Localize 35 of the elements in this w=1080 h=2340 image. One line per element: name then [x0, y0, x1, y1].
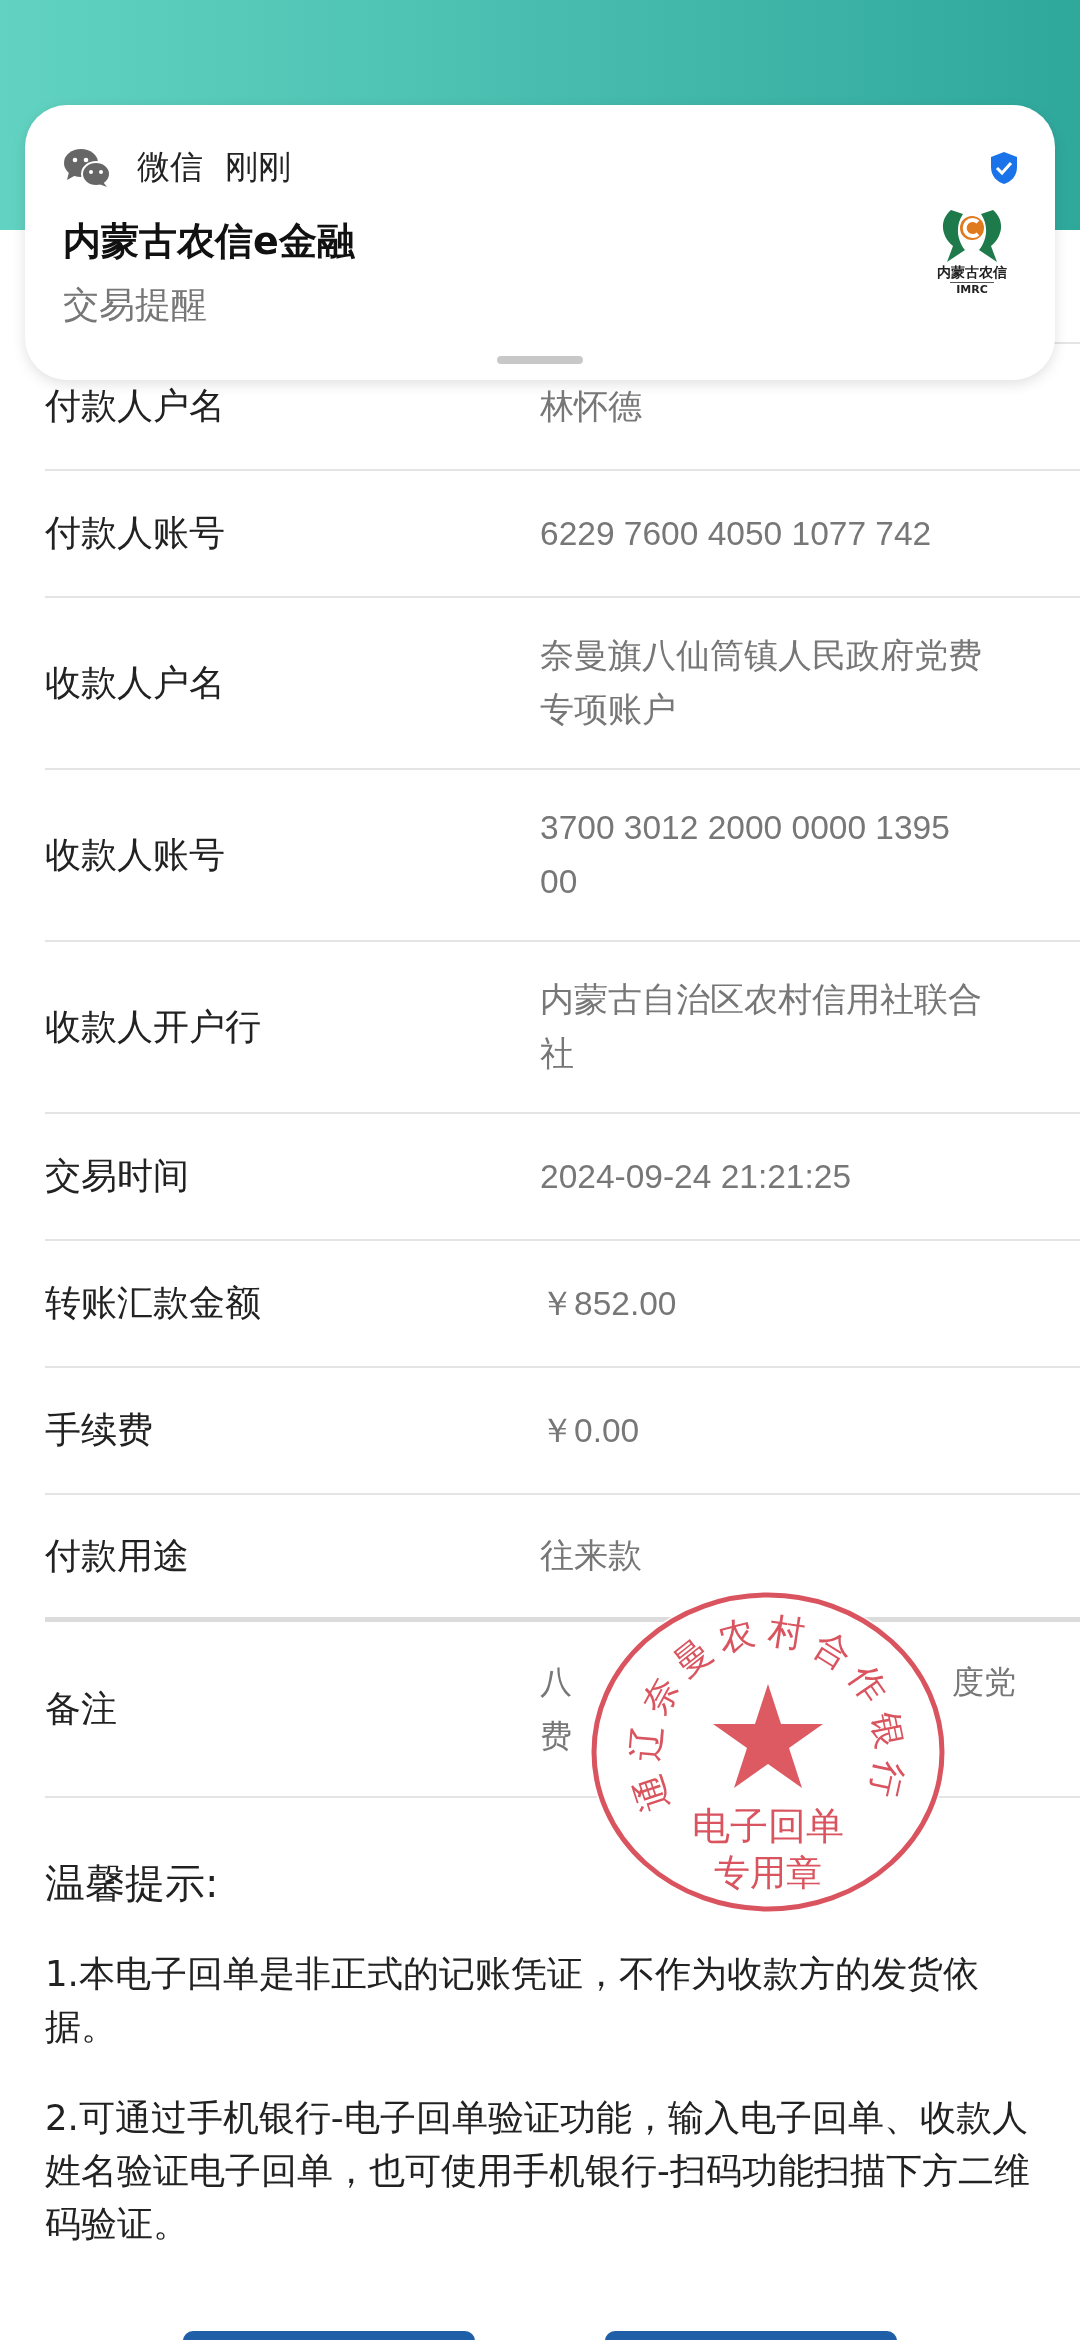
drag-handle[interactable]: [497, 356, 583, 364]
field-value: 2024-09-24 21:21:25: [540, 1156, 852, 1197]
field-label: 付款用途: [45, 1533, 190, 1578]
field-value: 3700 3012 2000 0000 1395 00: [540, 808, 951, 902]
chat-bubbles-icon: [63, 147, 111, 188]
notification-text: 交易提醒: [63, 283, 208, 327]
field-value: 费: [540, 1716, 572, 1757]
tip-text: 2.可通过手机银行-电子回单验证功能，输入电子回单、收款人姓名验证电子回单，也可使用手机银行-扫码功能扫描下方二维码验证。: [45, 2096, 1031, 2246]
field-value: 奈曼旗八仙筒镇人民政府党费专项账户: [540, 636, 983, 730]
seal-drawing: 通辽奈曼农村合作银行 电子回单 专用章: [588, 1589, 948, 1915]
field-label: 付款人户名: [45, 384, 226, 428]
app-name: 微信: [137, 146, 203, 188]
tip-text: 1.本电子回单是非正式的记账凭证，不作为收款方的发货依据。: [45, 1952, 980, 2049]
field-label: 备注: [45, 1686, 118, 1731]
field-label: 收款人账号: [45, 832, 226, 877]
field-value: 6229 7600 4050 1077 742: [540, 513, 932, 554]
logo-text: 内蒙古农信: [937, 264, 1007, 282]
field-value: 内蒙古自治区农村信用社联合社: [540, 980, 983, 1074]
field-value: 八: [540, 1662, 572, 1703]
field-value: ￥852.00: [540, 1283, 677, 1324]
field-value: 度党: [952, 1662, 1016, 1703]
notification-time: 刚刚: [225, 146, 291, 188]
field-label: 收款人户名: [45, 660, 226, 705]
tips-title: 温馨提示:: [45, 1860, 219, 1907]
field-label: 交易时间: [45, 1154, 190, 1198]
notification-card[interactable]: 微信 刚刚 内蒙古农信e金融 交易提醒 内蒙古农信 IMRC: [25, 105, 1055, 380]
notification-title: 内蒙古农信e金融: [63, 218, 355, 265]
field-label: 付款人账号: [45, 511, 226, 555]
field-label: 手续费: [45, 1408, 154, 1452]
field-value: 往来款: [540, 1536, 642, 1576]
field-label: 收款人开户行: [45, 1004, 262, 1049]
logo-text: IMRC: [950, 282, 994, 296]
field-value: ￥0.00: [540, 1410, 640, 1451]
field-value: 林怀德: [540, 386, 642, 427]
field-label: 转账汇款金额: [45, 1281, 262, 1325]
